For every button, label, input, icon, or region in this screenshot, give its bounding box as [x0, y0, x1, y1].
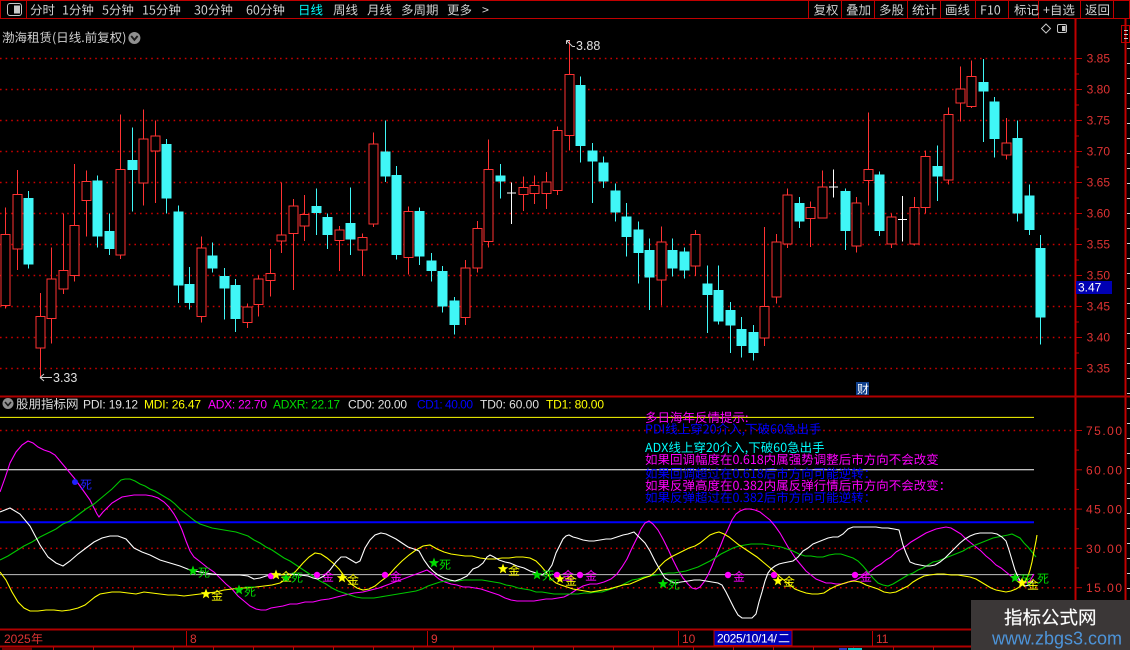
- svg-text:3.85: 3.85: [1087, 52, 1111, 66]
- svg-text:11: 11: [876, 632, 889, 646]
- svg-text:3.40: 3.40: [1087, 331, 1111, 345]
- svg-text:3.33: 3.33: [53, 371, 77, 385]
- svg-text:TD0: 60.00: TD0: 60.00: [480, 398, 539, 412]
- svg-text:3.55: 3.55: [1087, 238, 1111, 252]
- svg-text:3.35: 3.35: [1087, 362, 1111, 376]
- svg-text:30.00: 30.00: [1086, 542, 1122, 556]
- svg-text:3.70: 3.70: [1087, 145, 1111, 159]
- svg-text:9: 9: [431, 632, 438, 646]
- svg-text:45.00: 45.00: [1086, 503, 1122, 517]
- svg-text:10: 10: [682, 632, 696, 646]
- svg-text:60.00: 60.00: [1086, 463, 1122, 477]
- svg-text:CD1: 40.00: CD1: 40.00: [417, 398, 473, 412]
- svg-text:8: 8: [190, 632, 197, 646]
- svg-text:2025/10/14/: 2025/10/14/: [717, 632, 778, 646]
- svg-text:ADXR: 22.17: ADXR: 22.17: [273, 398, 340, 412]
- svg-text:www.zbgs3.com: www.zbgs3.com: [991, 629, 1122, 649]
- svg-text:TD1: 80.00: TD1: 80.00: [546, 398, 604, 412]
- svg-text:PDI: 19.12: PDI: 19.12: [83, 398, 138, 412]
- svg-text:3.88: 3.88: [576, 39, 600, 53]
- svg-text:3.45: 3.45: [1087, 300, 1111, 314]
- svg-text:3.65: 3.65: [1087, 176, 1111, 190]
- svg-text:75.00: 75.00: [1086, 424, 1122, 438]
- svg-text:2025: 2025: [4, 632, 31, 646]
- svg-text:3.60: 3.60: [1087, 207, 1111, 221]
- svg-text:3.80: 3.80: [1087, 83, 1111, 97]
- svg-text:3.75: 3.75: [1087, 114, 1111, 128]
- svg-text:CD0: 20.00: CD0: 20.00: [348, 398, 407, 412]
- svg-text:ADX: 22.70: ADX: 22.70: [208, 398, 267, 412]
- svg-text:15.00: 15.00: [1086, 581, 1122, 595]
- svg-text:3.47: 3.47: [1078, 281, 1102, 295]
- svg-text:MDI: 26.47: MDI: 26.47: [144, 398, 201, 412]
